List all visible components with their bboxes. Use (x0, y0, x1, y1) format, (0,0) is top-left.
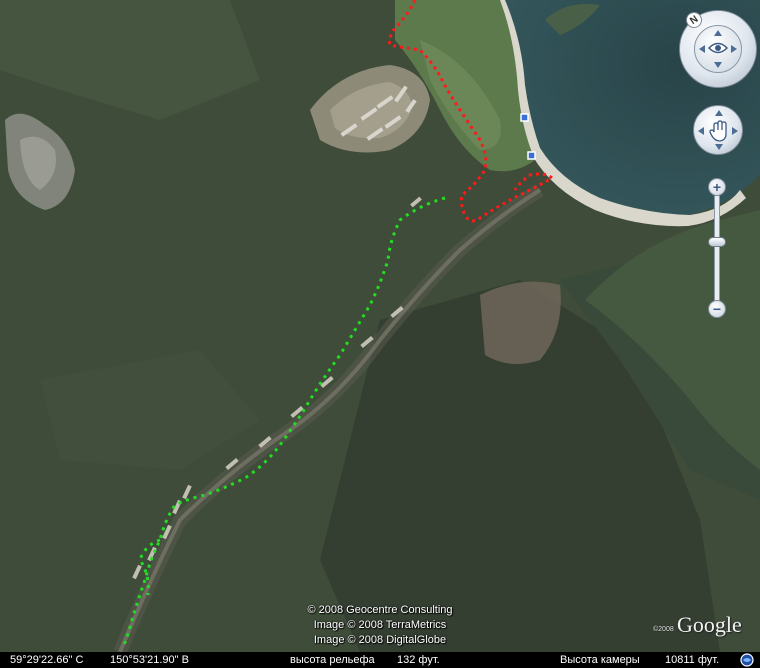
elevation-value: 132 фут. (397, 654, 440, 666)
longitude-readout: 150°53'21.90" В (110, 654, 189, 666)
move-navigation-ring[interactable] (693, 105, 743, 155)
credit-line: © 2008 Geocentre Consulting (307, 604, 453, 616)
look-navigation-ring[interactable]: N (679, 8, 757, 88)
move-up-arrow-icon[interactable] (715, 110, 723, 116)
eye-icon[interactable] (708, 41, 728, 55)
camera-altitude-value: 10811 фут. (665, 654, 720, 666)
streaming-status-icon (740, 653, 754, 667)
look-right-arrow-icon[interactable] (731, 45, 737, 53)
look-left-arrow-icon[interactable] (699, 45, 705, 53)
zoom-slider-track[interactable] (714, 194, 720, 304)
placemark-marker[interactable] (520, 113, 529, 122)
latitude-readout: 59°29'22.66" С (10, 654, 84, 666)
move-left-arrow-icon[interactable] (698, 127, 704, 135)
zoom-in-button[interactable]: + (708, 178, 726, 196)
logo-year: ©2008 (653, 626, 674, 633)
placemark-marker[interactable] (527, 151, 536, 160)
move-down-arrow-icon[interactable] (715, 144, 723, 150)
look-up-arrow-icon[interactable] (714, 30, 722, 36)
zoom-slider-handle[interactable] (708, 237, 726, 247)
move-right-arrow-icon[interactable] (732, 127, 738, 135)
zoom-control[interactable]: + − (705, 176, 729, 322)
satellite-map[interactable] (0, 0, 760, 652)
hand-icon[interactable] (709, 120, 729, 142)
elevation-label: высота рельефа (290, 654, 375, 666)
credit-line: Image © 2008 DigitalGlobe (313, 634, 447, 646)
logo-text: Google (677, 612, 742, 637)
look-down-arrow-icon[interactable] (714, 62, 722, 68)
status-bar: 59°29'22.66" С 150°53'21.90" В высота ре… (0, 652, 760, 668)
camera-altitude-label: Высота камеры (560, 654, 640, 666)
zoom-out-button[interactable]: − (708, 300, 726, 318)
earth-viewer[interactable]: N + − © 2008 Geocentre Consulting Image … (0, 0, 760, 668)
credit-line: Image © 2008 TerraMetrics (313, 619, 447, 631)
imagery-credits: © 2008 Geocentre Consulting Image © 2008… (240, 603, 520, 648)
